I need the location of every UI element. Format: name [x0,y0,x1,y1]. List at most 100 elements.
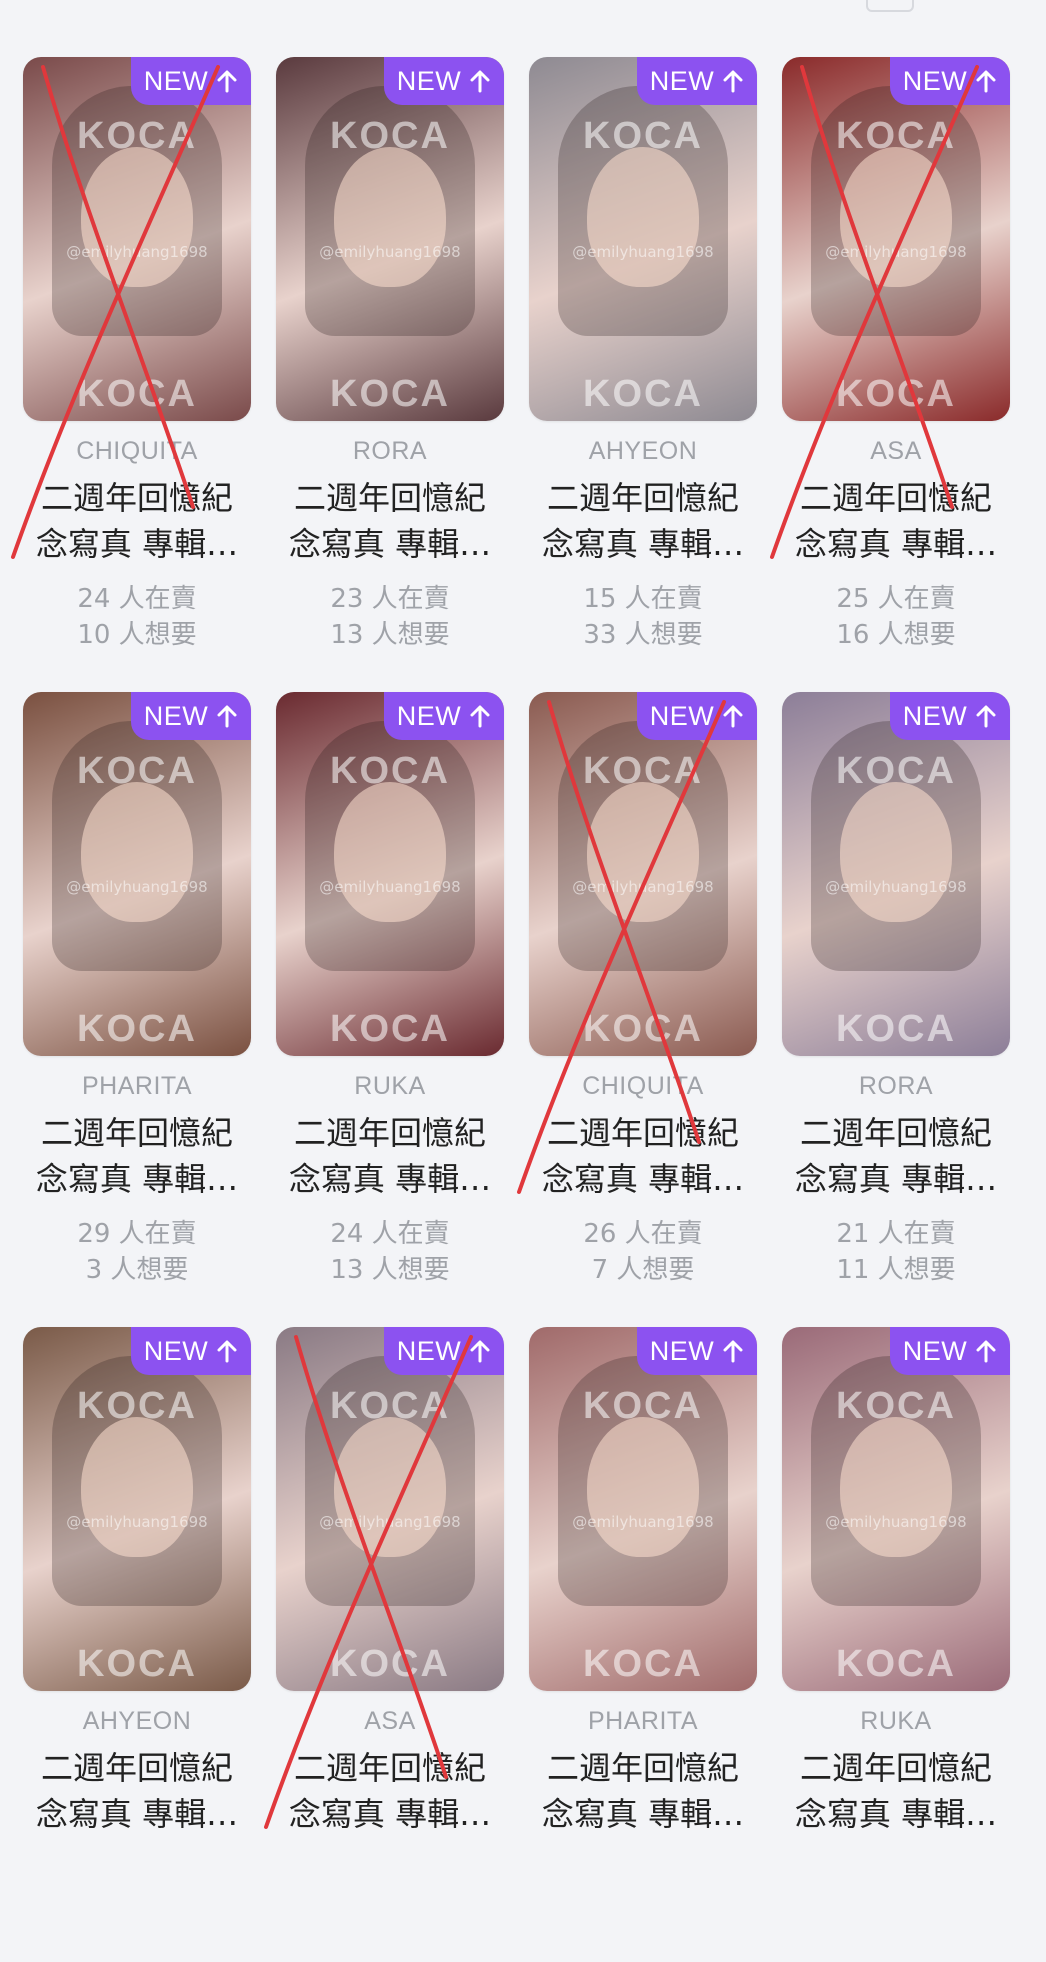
brand-watermark: KOCA [330,1385,450,1427]
brand-watermark: KOCA [77,1385,197,1427]
card-title: 二週年回憶紀 念寫真 專輯… [276,475,504,567]
photocard-item-11[interactable]: KOCA @emilyhuang1698 KOCA NEW PHARITA 二週… [529,1327,757,1962]
new-badge: NEW [131,692,251,740]
photocard-item-3[interactable]: KOCA @emilyhuang1698 KOCA NEW AHYEON 二週年… [529,57,757,692]
card-title-line: 二週年回憶紀 [40,1749,233,1787]
new-badge: NEW [384,57,504,105]
handle-watermark: @emilyhuang1698 [825,243,967,261]
photocard-item-8[interactable]: KOCA @emilyhuang1698 KOCA NEW RORA 二週年回憶… [782,692,1010,1327]
new-badge: NEW [637,1327,757,1375]
card-title-line: 念寫真 專輯… [541,1795,745,1833]
new-badge-label: NEW [902,1335,968,1366]
brand-watermark: KOCA [583,750,703,792]
photocard-image[interactable]: KOCA @emilyhuang1698 KOCA NEW [276,1327,504,1691]
handle-watermark: @emilyhuang1698 [319,878,461,896]
arrow-up-icon [217,70,237,93]
selling-count: 24 人在賣 [77,584,197,614]
handle-watermark: @emilyhuang1698 [66,1513,208,1531]
card-title: 二週年回憶紀 念寫真 專輯… [529,1110,757,1202]
new-badge-label: NEW [143,700,209,731]
card-title: 二週年回憶紀 念寫真 專輯… [782,475,1010,567]
wanting-count: 10 人想要 [77,620,197,650]
member-name: RORA [858,1072,934,1100]
card-title: 二週年回憶紀 念寫真 專輯… [529,475,757,567]
card-title: 二週年回憶紀 念寫真 專輯… [529,1745,757,1837]
brand-watermark: KOCA [583,1008,703,1050]
photocard-image[interactable]: KOCA @emilyhuang1698 KOCA NEW [529,1327,757,1691]
card-title-line: 念寫真 專輯… [794,1795,998,1833]
photocard-image[interactable]: KOCA @emilyhuang1698 KOCA NEW [276,692,504,1056]
card-title: 二週年回憶紀 念寫真 專輯… [23,1110,251,1202]
selling-count: 24 人在賣 [330,1219,450,1249]
brand-watermark: KOCA [77,1643,197,1685]
handle-watermark: @emilyhuang1698 [66,243,208,261]
photocard-item-7[interactable]: KOCA @emilyhuang1698 KOCA NEW CHIQUITA 二… [517,692,757,1327]
new-badge: NEW [384,692,504,740]
photocard-item-1[interactable]: KOCA @emilyhuang1698 KOCA NEW CHIQUITA 二… [11,57,251,692]
handle-watermark: @emilyhuang1698 [825,878,967,896]
new-badge: NEW [131,1327,251,1375]
card-title: 二週年回憶紀 念寫真 專輯… [276,1745,504,1837]
card-title-line: 念寫真 專輯… [35,525,239,563]
brand-watermark: KOCA [583,115,703,157]
photocard-image[interactable]: KOCA @emilyhuang1698 KOCA NEW [23,57,251,421]
photocard-image[interactable]: KOCA @emilyhuang1698 KOCA NEW [782,692,1010,1056]
new-badge-label: NEW [649,1335,715,1366]
brand-watermark: KOCA [77,115,197,157]
wanting-count: 7 人想要 [591,1255,695,1285]
new-badge-label: NEW [902,700,968,731]
card-title-line: 念寫真 專輯… [794,525,998,563]
card-stats: 15 人在賣 33 人想要 [529,581,757,653]
photocard-image[interactable]: KOCA @emilyhuang1698 KOCA NEW [529,57,757,421]
brand-watermark: KOCA [836,1008,956,1050]
arrow-up-icon [470,70,490,93]
selling-count: 29 人在賣 [77,1219,197,1249]
member-name: ASA [870,437,922,465]
brand-watermark: KOCA [77,373,197,415]
card-title-line: 二週年回憶紀 [293,479,486,517]
new-badge: NEW [131,57,251,105]
photocard-item-12[interactable]: KOCA @emilyhuang1698 KOCA NEW RUKA 二週年回憶… [782,1327,1010,1962]
photocard-image[interactable]: KOCA @emilyhuang1698 KOCA NEW [276,57,504,421]
brand-watermark: KOCA [836,1385,956,1427]
new-badge: NEW [637,692,757,740]
brand-watermark: KOCA [77,1008,197,1050]
brand-watermark: KOCA [836,373,956,415]
photocard-grid: KOCA @emilyhuang1698 KOCA NEW CHIQUITA 二… [11,57,1010,1962]
new-badge-label: NEW [396,1335,462,1366]
new-badge: NEW [890,1327,1010,1375]
photocard-image[interactable]: KOCA @emilyhuang1698 KOCA NEW [782,57,1010,421]
photocard-item-2[interactable]: KOCA @emilyhuang1698 KOCA NEW RORA 二週年回憶… [276,57,504,692]
photocard-item-10[interactable]: KOCA @emilyhuang1698 KOCA NEW ASA 二週年回憶紀… [264,1327,504,1962]
photocard-image[interactable]: KOCA @emilyhuang1698 KOCA NEW [529,692,757,1056]
photocard-item-5[interactable]: KOCA @emilyhuang1698 KOCA NEW PHARITA 二週… [23,692,251,1327]
card-title: 二週年回憶紀 念寫真 專輯… [276,1110,504,1202]
card-title-line: 念寫真 專輯… [541,525,745,563]
wanting-count: 33 人想要 [583,620,703,650]
card-stats: 26 人在賣 7 人想要 [529,1216,757,1288]
new-badge-label: NEW [902,65,968,96]
member-name: RORA [352,437,428,465]
photocard-image[interactable]: KOCA @emilyhuang1698 KOCA NEW [782,1327,1010,1691]
brand-watermark: KOCA [330,750,450,792]
card-title: 二週年回憶紀 念寫真 專輯… [782,1110,1010,1202]
photocard-item-9[interactable]: KOCA @emilyhuang1698 KOCA NEW AHYEON 二週年… [23,1327,251,1962]
brand-watermark: KOCA [583,1385,703,1427]
card-stats: 24 人在賣 13 人想要 [276,1216,504,1288]
card-title-line: 二週年回憶紀 [799,1114,992,1152]
photocard-image[interactable]: KOCA @emilyhuang1698 KOCA NEW [23,692,251,1056]
arrow-up-icon [976,1340,996,1363]
card-title-line: 二週年回憶紀 [799,1749,992,1787]
wanting-count: 11 人想要 [836,1255,956,1285]
arrow-up-icon [723,70,743,93]
member-name: RUKA [860,1707,932,1735]
wanting-count: 16 人想要 [836,620,956,650]
card-title-line: 念寫真 專輯… [288,1160,492,1198]
photocard-item-6[interactable]: KOCA @emilyhuang1698 KOCA NEW RUKA 二週年回憶… [276,692,504,1327]
photocard-item-4[interactable]: KOCA @emilyhuang1698 KOCA NEW ASA 二週年回憶紀… [770,57,1010,692]
photocard-image[interactable]: KOCA @emilyhuang1698 KOCA NEW [23,1327,251,1691]
arrow-up-icon [470,1340,490,1363]
card-title-line: 念寫真 專輯… [288,1795,492,1833]
top-scroll-handle [866,0,914,12]
member-name: AHYEON [82,1707,192,1735]
